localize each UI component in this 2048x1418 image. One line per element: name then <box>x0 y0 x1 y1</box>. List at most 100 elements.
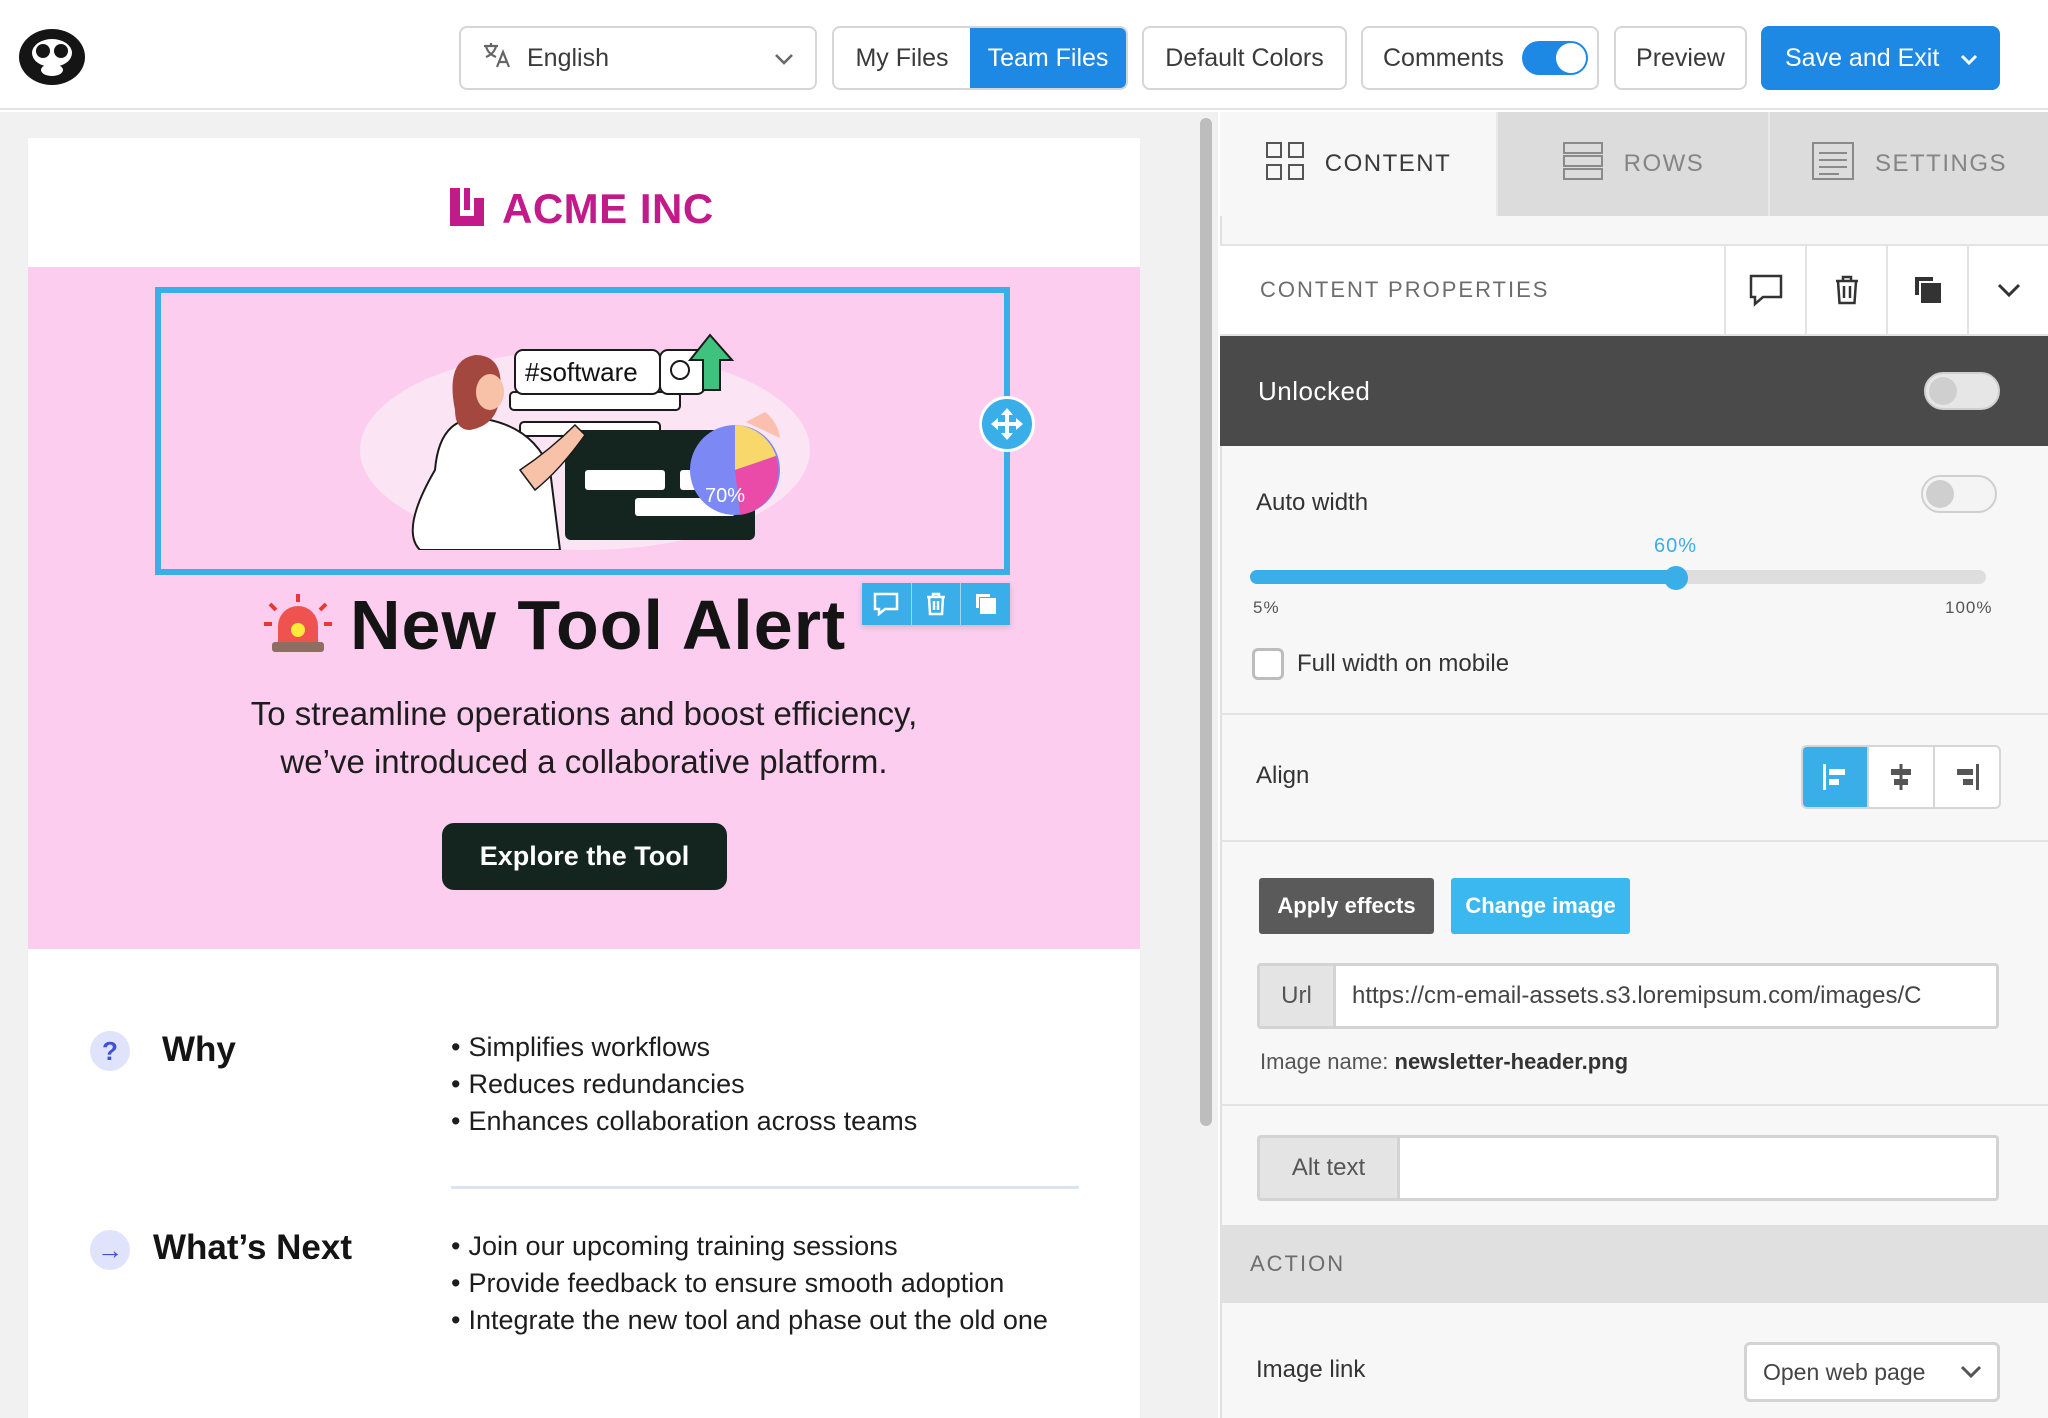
trash-icon[interactable] <box>912 583 962 625</box>
align-right-icon[interactable] <box>1933 747 1999 807</box>
image-link-select[interactable]: Open web page <box>1744 1342 2000 1402</box>
list-item: Integrate the new tool and phase out the… <box>451 1302 1047 1339</box>
block-toolbar <box>862 583 1010 625</box>
alt-text-prefix: Alt text <box>1260 1138 1400 1198</box>
cta-label: Explore the Tool <box>479 841 690 871</box>
headline-text: New Tool Alert <box>350 586 847 664</box>
auto-width-toggle[interactable] <box>1921 475 1997 513</box>
width-slider-value: 60% <box>1654 535 1698 557</box>
auto-width-label: Auto width <box>1256 489 1369 516</box>
image-link-label: Image link <box>1256 1356 1366 1383</box>
my-files-button[interactable]: My Files <box>834 28 970 88</box>
subcopy-line-2: we’ve introduced a collaborative platfor… <box>280 743 888 780</box>
headline[interactable]: New Tool Alert <box>262 585 846 665</box>
grid-icon <box>1265 141 1305 188</box>
preview-button[interactable]: Preview <box>1614 26 1747 90</box>
url-prefix: Url <box>1260 966 1336 1026</box>
align-buttons <box>1801 745 2001 809</box>
content-properties-header: CONTENT PROPERTIES <box>1220 244 2048 336</box>
why-list[interactable]: Simplifies workflows Reduces redundancie… <box>451 1029 917 1140</box>
files-toggle: My Files Team Files <box>832 26 1128 90</box>
alt-text-field: Alt text <box>1257 1135 1999 1201</box>
duplicate-icon[interactable] <box>1886 246 1967 334</box>
width-slider-min: 5% <box>1253 598 1280 617</box>
list-item: Provide feedback to ensure smooth adopti… <box>451 1265 1048 1302</box>
hero-subcopy[interactable]: To streamline operations and boost effic… <box>28 690 1140 786</box>
language-select[interactable]: English <box>459 26 817 90</box>
lock-row: Unlocked <box>1220 336 2048 446</box>
divider <box>1220 840 2048 842</box>
divider <box>1220 1104 2048 1106</box>
tab-settings[interactable]: SETTINGS <box>1768 112 2048 216</box>
comments-toggle[interactable] <box>1521 41 1588 75</box>
tab-label: SETTINGS <box>1874 150 2007 177</box>
language-label: English <box>527 43 609 72</box>
duplicate-icon[interactable] <box>961 583 1010 625</box>
comment-icon[interactable] <box>862 583 912 625</box>
canvas-scrollbar[interactable] <box>1200 118 1212 1126</box>
save-and-exit-button[interactable]: Save and Exit <box>1761 26 2000 90</box>
list-item: Join our upcoming training sessions <box>451 1228 1048 1265</box>
arrow-right-icon: → <box>90 1230 130 1270</box>
chevron-down-icon <box>773 44 795 73</box>
comments-label: Comments <box>1383 43 1504 72</box>
list-item: Enhances collaboration across teams <box>451 1103 917 1140</box>
full-width-mobile-label: Full width on mobile <box>1297 650 1510 677</box>
image-selection-frame[interactable] <box>155 287 1010 575</box>
default-colors-label: Default Colors <box>1165 43 1324 72</box>
tab-label: ROWS <box>1623 150 1705 177</box>
url-input[interactable]: https://cm-email-assets.s3.loremipsum.co… <box>1336 966 1996 1026</box>
settings-list-icon <box>1811 141 1855 188</box>
chevron-down-icon[interactable] <box>1967 246 2048 334</box>
list-item: Simplifies workflows <box>451 1029 917 1066</box>
divider <box>1220 713 2048 715</box>
question-icon: ? <box>90 1031 130 1071</box>
full-width-mobile-checkbox[interactable] <box>1252 648 1284 680</box>
app-logo[interactable] <box>16 26 88 88</box>
preview-label: Preview <box>1636 43 1725 72</box>
chevron-down-icon[interactable] <box>1959 44 1979 73</box>
acme-logo-icon <box>450 187 484 231</box>
tab-rows[interactable]: ROWS <box>1496 112 1768 216</box>
team-files-button[interactable]: Team Files <box>970 28 1126 88</box>
alt-text-input[interactable] <box>1400 1138 1996 1198</box>
image-name: Image name: newsletter-header.png <box>1260 1049 1628 1075</box>
explore-tool-button[interactable]: Explore the Tool <box>442 823 727 890</box>
save-and-exit-label: Save and Exit <box>1785 43 1940 72</box>
width-slider-thumb[interactable] <box>1664 566 1688 590</box>
rows-icon <box>1562 141 1604 188</box>
tab-label: CONTENT <box>1324 150 1452 177</box>
move-icon[interactable] <box>979 396 1035 452</box>
image-link-value: Open web page <box>1763 1358 1926 1385</box>
lock-toggle[interactable] <box>1924 372 2000 410</box>
whats-next-list[interactable]: Join our upcoming training sessions Prov… <box>451 1228 1048 1339</box>
align-label: Align <box>1256 762 1310 789</box>
comment-icon[interactable] <box>1724 246 1805 334</box>
image-url-field: Url https://cm-email-assets.s3.loremipsu… <box>1257 963 1999 1029</box>
image-name-label: Image name: <box>1260 1049 1389 1074</box>
translate-icon <box>481 39 513 78</box>
alarm-siren-icon <box>262 592 334 659</box>
trash-icon[interactable] <box>1805 246 1886 334</box>
chevron-down-icon <box>1959 1359 1983 1386</box>
brand-name: ACME INC <box>502 185 714 232</box>
width-slider-fill <box>1250 570 1676 584</box>
align-left-icon[interactable] <box>1803 747 1867 807</box>
image-name-value: newsletter-header.png <box>1394 1049 1629 1074</box>
whats-next-title[interactable]: What’s Next <box>153 1228 352 1268</box>
change-image-button[interactable]: Change image <box>1451 878 1630 934</box>
default-colors-button[interactable]: Default Colors <box>1142 26 1347 90</box>
comments-control: Comments <box>1361 26 1599 90</box>
list-item: Reduces redundancies <box>451 1066 917 1103</box>
width-slider-max: 100% <box>1945 598 1993 617</box>
align-center-icon[interactable] <box>1867 747 1933 807</box>
why-title[interactable]: Why <box>162 1030 236 1070</box>
panel-tabs: CONTENT ROWS SETTINGS <box>1220 112 2048 216</box>
brand-header[interactable]: ACME INC <box>450 185 714 233</box>
subcopy-line-1: To streamline operations and boost effic… <box>250 695 918 732</box>
lock-label: Unlocked <box>1258 375 1371 406</box>
top-bar: English My Files Team Files Default Colo… <box>0 0 2048 110</box>
apply-effects-button[interactable]: Apply effects <box>1259 878 1434 934</box>
tab-content[interactable]: CONTENT <box>1220 112 1496 216</box>
action-header: ACTION <box>1220 1225 2048 1303</box>
